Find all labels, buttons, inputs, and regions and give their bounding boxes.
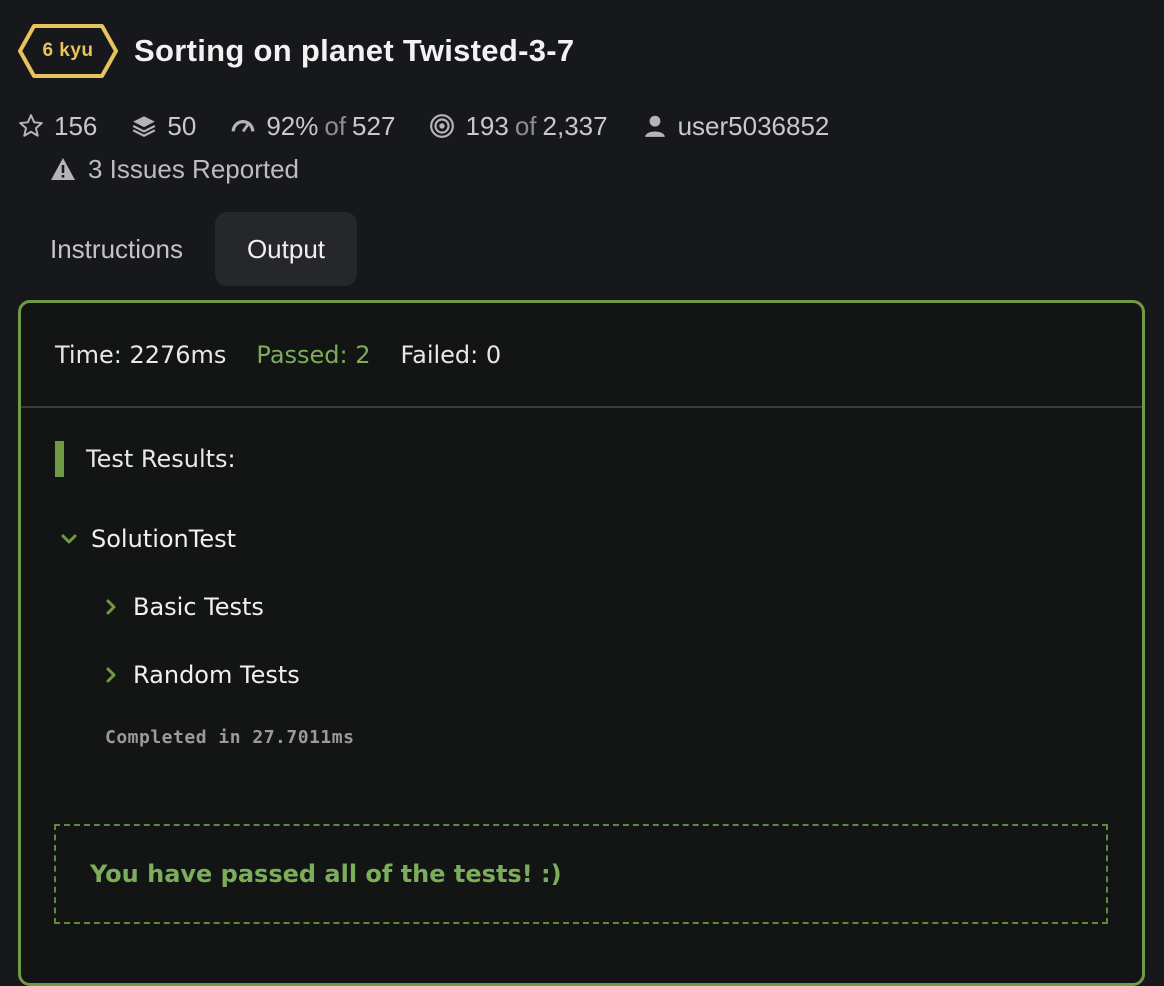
stars-count: 156 — [54, 110, 98, 141]
suite-label: SolutionTest — [91, 525, 237, 553]
group-label: Basic Tests — [133, 593, 264, 621]
chevron-right-icon — [106, 599, 116, 615]
satisfaction-total: 527 — [352, 110, 396, 141]
issues-reported[interactable]: 3 Issues Reported — [50, 150, 299, 188]
tab-bar: Instructions Output — [18, 212, 358, 286]
group-label: Random Tests — [133, 661, 300, 689]
completions-of: of — [514, 110, 537, 141]
kata-title[interactable]: Sorting on planet Twisted-3-7 — [134, 33, 574, 69]
collections-count: 50 — [167, 110, 197, 141]
tab-instructions[interactable]: Instructions — [18, 212, 215, 286]
test-results-heading: Test Results: — [55, 441, 236, 477]
test-summary: Time: 2276ms Passed: 2 Failed: 0 — [21, 303, 1142, 408]
user-icon — [644, 115, 665, 137]
completed-time: Completed in 27.7011ms — [105, 727, 355, 748]
kata-stats: 156 50 92% of 527 193 of 2,337 user50368… — [18, 106, 863, 146]
completions-count: 193 — [465, 110, 509, 141]
satisfaction-percent: 92% — [266, 110, 319, 141]
failed-stat: Failed: 0 — [400, 340, 502, 369]
collections-stat[interactable]: 50 — [131, 111, 196, 142]
tab-output[interactable]: Output — [214, 212, 358, 286]
completions-total: 2,337 — [542, 110, 608, 141]
layers-icon — [133, 116, 156, 137]
rank-label: 6 kyu — [42, 40, 94, 61]
star-icon — [19, 114, 43, 137]
group-random-tests[interactable]: Random Tests — [101, 657, 300, 693]
pass-message-box: You have passed all of the tests! :) — [54, 824, 1108, 924]
target-icon — [430, 114, 455, 138]
kata-header: 6 kyu Sorting on planet Twisted-3-7 — [18, 22, 574, 80]
chevron-down-icon — [61, 534, 77, 544]
author-name[interactable]: user5036852 — [678, 111, 830, 142]
group-basic-tests[interactable]: Basic Tests — [101, 589, 264, 625]
passed-stat: Passed: 2 — [256, 340, 371, 369]
satisfaction-stat: 92% of 527 — [230, 111, 395, 142]
pass-message: You have passed all of the tests! :) — [90, 860, 562, 888]
author-stat[interactable]: user5036852 — [642, 111, 830, 142]
satisfaction-of: of — [324, 110, 347, 141]
warning-icon — [51, 158, 75, 180]
time-stat: Time: 2276ms — [55, 340, 227, 369]
rank-badge: 6 kyu — [18, 23, 118, 79]
suite-solutiontest[interactable]: SolutionTest — [59, 521, 236, 557]
chevron-right-icon — [106, 667, 116, 683]
issues-label: 3 Issues Reported — [88, 153, 300, 184]
output-panel: Time: 2276ms Passed: 2 Failed: 0 Test Re… — [18, 300, 1145, 986]
stars-stat[interactable]: 156 — [18, 111, 97, 142]
gauge-icon — [231, 120, 255, 133]
heading-accent-bar — [55, 441, 64, 477]
completions-stat: 193 of 2,337 — [429, 110, 608, 142]
test-results-label: Test Results: — [86, 445, 236, 473]
